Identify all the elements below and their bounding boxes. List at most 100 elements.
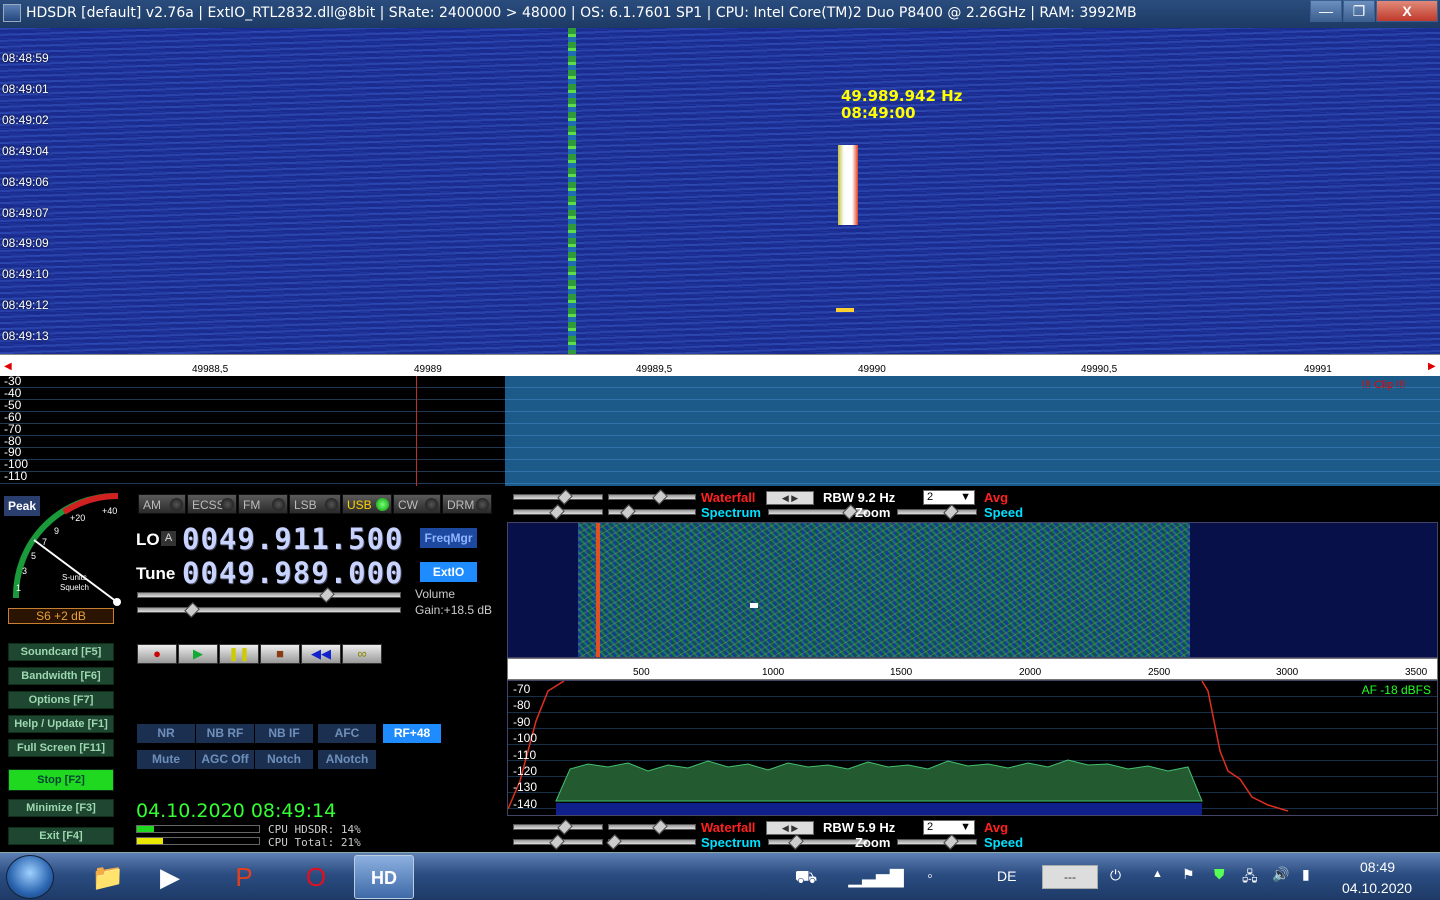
af-bottom-slider-2[interactable]: [608, 819, 696, 835]
flag-icon[interactable]: ⚑: [1182, 866, 1195, 883]
stop-record-button[interactable]: ■: [260, 644, 300, 664]
slider-knob: [606, 834, 622, 850]
gain-slider[interactable]: [137, 602, 401, 618]
rewind-button[interactable]: ◀◀: [301, 644, 341, 664]
af-top-slider-3[interactable]: [513, 504, 603, 520]
mode-am-button[interactable]: AM: [138, 494, 186, 514]
combo-value: 2: [927, 821, 934, 833]
minimize-button[interactable]: Minimize [F3]: [8, 799, 114, 817]
options-button[interactable]: Options [F7]: [8, 691, 114, 709]
mode-usb-button[interactable]: USB: [342, 494, 392, 514]
cpu-hdsdr-fill: [137, 826, 155, 832]
close-window-button[interactable]: X: [1376, 0, 1438, 22]
avg-combo[interactable]: 2 ▼: [923, 490, 975, 505]
af-spectrum[interactable]: -70 -80 -90 -100 -110 -120 -130 -140 AF -18 dBF…: [507, 680, 1438, 816]
mode-cw-button[interactable]: CW: [393, 494, 441, 514]
volume-slider[interactable]: [137, 587, 401, 603]
gain-label: Gain:+18.5 dB: [415, 603, 493, 617]
stop-button[interactable]: Stop [F2]: [8, 769, 114, 791]
clock-date[interactable]: 04.10.2020: [1342, 880, 1412, 896]
exit-button[interactable]: Exit [F4]: [8, 827, 114, 845]
mode-drm-button[interactable]: DRM: [442, 494, 492, 514]
network-icon[interactable]: 🖧: [1242, 866, 1258, 890]
taskbar: 📁 ▶ P O HD ⛟ ▁▃▅▇ ◦ DE --- ⏻ ▲ ⚑ ⛊ 🖧 🔊 ▮…: [0, 852, 1440, 900]
extio-button[interactable]: ExtIO: [420, 562, 477, 582]
nb-if-button[interactable]: NB IF: [255, 724, 313, 743]
loop-button[interactable]: ∞: [342, 644, 382, 664]
speed-slider[interactable]: [897, 504, 977, 520]
play-button[interactable]: ▶: [178, 644, 218, 664]
avg-combo[interactable]: 2 ▼: [923, 820, 975, 835]
tune-marker[interactable]: [416, 376, 417, 486]
mode-lsb-button[interactable]: LSB: [289, 494, 341, 514]
mode-label: USB: [347, 498, 372, 512]
zoom-slider[interactable]: [768, 504, 868, 520]
scroll-right-icon[interactable]: ▶: [1428, 361, 1436, 372]
minimize-window-button[interactable]: —: [1310, 0, 1342, 22]
af-bottom-slider-3[interactable]: [513, 834, 603, 850]
help-update-button[interactable]: Help / Update [F1]: [8, 715, 114, 733]
frequency-scale[interactable]: ◀ 49988,5 49989 49989,5 49990 49990,5 49991 ▶: [0, 354, 1440, 376]
rf-plus48-button[interactable]: RF+48: [383, 724, 441, 743]
rf-waterfall[interactable]: 08:48:59 08:49:01 08:49:02 08:49:04 08:49:06…: [0, 28, 1440, 354]
anotch-button[interactable]: ANotch: [318, 750, 376, 769]
bandwidth-button[interactable]: Bandwidth [F6]: [8, 667, 114, 685]
peak-button[interactable]: Peak: [4, 496, 40, 516]
notch-button[interactable]: Notch: [255, 750, 313, 769]
tune-frequency[interactable]: 0049.989.000: [182, 556, 404, 590]
maximize-window-button[interactable]: ❐: [1343, 0, 1375, 22]
af-top-slider-4[interactable]: [608, 504, 696, 520]
slider-knob: [557, 489, 573, 505]
af-top-slider-1[interactable]: [513, 489, 603, 505]
mute-button[interactable]: Mute: [137, 750, 195, 769]
af-top-slider-2[interactable]: [608, 489, 696, 505]
nr-button[interactable]: NR: [137, 724, 195, 743]
scroll-left-icon[interactable]: ◀: [4, 361, 12, 372]
lo-a-button[interactable]: A: [161, 531, 176, 546]
zoom-label: Zoom: [855, 835, 891, 850]
speed-slider[interactable]: [897, 834, 977, 850]
hdsdr-taskbar-icon[interactable]: HD: [354, 855, 414, 899]
mode-led-icon: [272, 498, 285, 511]
mode-fm-button[interactable]: FM: [238, 494, 288, 514]
af-frequency-scale[interactable]: 500 1000 1500 2000 2500 3000 3500: [507, 658, 1438, 680]
record-button[interactable]: ●: [137, 644, 177, 664]
wireless-icon[interactable]: ◦: [900, 855, 960, 899]
soundcard-button[interactable]: Soundcard [F5]: [8, 643, 114, 661]
speaker-icon[interactable]: 🔊: [1272, 866, 1289, 883]
pause-button[interactable]: ❚❚: [219, 644, 259, 664]
frequency-tick: 49989: [414, 364, 442, 375]
zoom-slider[interactable]: [768, 834, 868, 850]
af-waterfall[interactable]: [507, 522, 1438, 658]
media-player-icon[interactable]: ▶: [140, 855, 200, 899]
clock-time[interactable]: 08:49: [1360, 859, 1395, 875]
opera-icon[interactable]: O: [286, 855, 346, 899]
show-hidden-icons-icon[interactable]: ▲: [1152, 868, 1163, 880]
language-indicator[interactable]: DE: [997, 868, 1016, 884]
af-bottom-slider-1[interactable]: [513, 819, 603, 835]
freqmgr-button[interactable]: FreqMgr: [420, 528, 477, 548]
explorer-icon[interactable]: 📁: [78, 855, 138, 899]
s-tick-5: 5: [31, 551, 36, 561]
lo-frequency[interactable]: 0049.911.500: [182, 522, 404, 556]
network-tray-icon[interactable]: ⛟: [776, 855, 836, 899]
af-frequency-tick: 1500: [890, 667, 913, 678]
power-plug-icon[interactable]: ⏻: [1110, 867, 1121, 884]
signal-trace: [838, 145, 858, 225]
af-bottom-slider-4[interactable]: [606, 834, 696, 850]
agc-off-button[interactable]: AGC Off: [196, 750, 254, 769]
rf-spectrum[interactable]: -30 -40 -50 -60 -70 -80 -90 -100 -110 !!! Clip !…: [0, 374, 1440, 486]
nb-rf-button[interactable]: NB RF: [196, 724, 254, 743]
full-screen-button[interactable]: Full Screen [F11]: [8, 739, 114, 757]
signal-strength-icon[interactable]: ▁▃▅▇: [846, 855, 906, 899]
rbw-spinner[interactable]: ◀ ▶: [766, 491, 814, 505]
input-box[interactable]: ---: [1042, 865, 1098, 889]
shield-icon[interactable]: ⛊: [1214, 866, 1225, 883]
start-button[interactable]: [6, 855, 54, 899]
battery-icon[interactable]: ▮: [1302, 866, 1310, 883]
afc-button[interactable]: AFC: [318, 724, 376, 743]
mode-ecss-button[interactable]: ECSS: [187, 494, 237, 514]
mode-led-icon: [476, 498, 489, 511]
powerpoint-icon[interactable]: P: [214, 855, 274, 899]
rbw-spinner[interactable]: ◀ ▶: [766, 821, 814, 835]
